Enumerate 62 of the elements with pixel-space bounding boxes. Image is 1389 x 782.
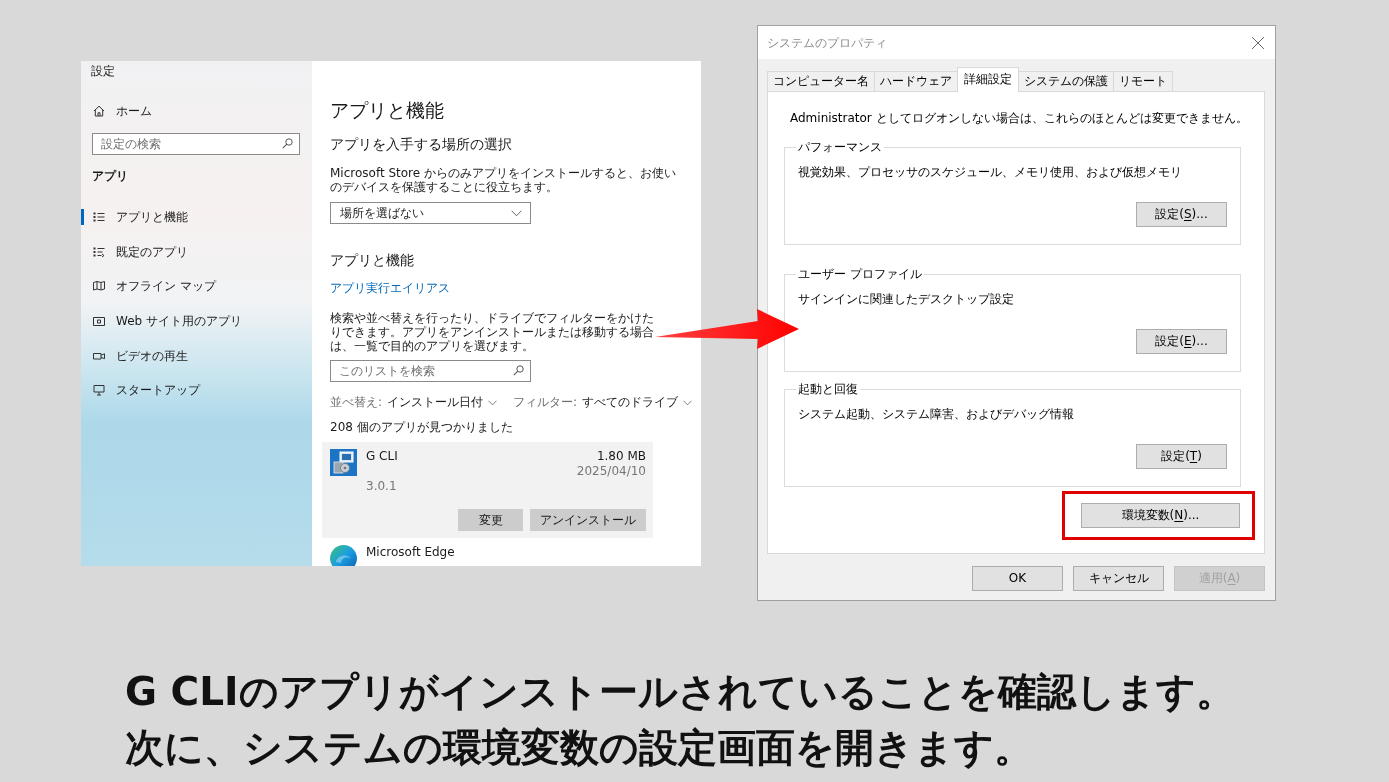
app-list-item[interactable]: Microsoft Edge xyxy=(322,538,653,566)
group-title: ユーザー プロファイル xyxy=(797,266,923,282)
group-title: パフォーマンス xyxy=(797,139,883,155)
ok-button[interactable]: OK xyxy=(972,566,1063,591)
filter-menu[interactable]: フィルター: すべてのドライブ xyxy=(513,395,693,410)
section-heading: アプリを入手する場所の選択 xyxy=(330,135,513,153)
result-count: 208 個のアプリが見つかりました xyxy=(330,420,514,435)
app-name: Microsoft Edge xyxy=(366,545,455,560)
tab[interactable]: リモート xyxy=(1113,71,1173,91)
description-text: 検索や並べ替えを行ったり、ドライブでフィルターをかけたりできます。アプリをアンインストールまたは移動する場合は、一覧で目的のアプリを選びます。 xyxy=(330,311,654,353)
window-icon xyxy=(93,315,105,328)
settings-button[interactable]: 設定(T) xyxy=(1136,444,1227,469)
location-dropdown[interactable]: 場所を選ばない xyxy=(330,202,531,224)
settings-button[interactable]: 設定(S)... xyxy=(1136,202,1227,227)
close-button[interactable] xyxy=(1251,35,1265,50)
chevron-icon xyxy=(511,209,522,217)
nav-item[interactable]: ビデオの再生 xyxy=(81,338,312,373)
nav-item[interactable]: オフライン マップ xyxy=(81,269,312,304)
home-link[interactable]: ホーム xyxy=(81,100,312,122)
chevron-icon xyxy=(683,399,693,406)
nav-item[interactable]: 既定のアプリ xyxy=(81,234,312,270)
group-description: サインインに関連したデスクトップ設定 xyxy=(798,291,1015,307)
search-field[interactable]: このリストを検索 xyxy=(330,360,531,382)
window-title: システムのプロパティ xyxy=(767,34,887,52)
search-field[interactable]: 設定の検索 xyxy=(92,133,300,155)
environment-variables-button[interactable]: 環境変数(N)... xyxy=(1081,503,1240,528)
search-icon xyxy=(282,138,293,149)
cancel-button[interactable]: キャンセル xyxy=(1073,566,1164,591)
app-size: 1.80 MB xyxy=(596,449,646,464)
group-description: システム起動、システム障害、およびデバッグ情報 xyxy=(798,406,1075,422)
app-icon xyxy=(330,449,357,476)
uninstall-button[interactable]: アンインストール xyxy=(530,509,646,531)
aliases-link[interactable]: アプリ実行エイリアス xyxy=(330,281,450,295)
list-icon xyxy=(93,211,105,224)
settings-button[interactable]: 設定(E)... xyxy=(1136,329,1227,354)
tab[interactable]: 詳細設定 xyxy=(957,67,1019,92)
modify-button[interactable]: 変更 xyxy=(458,509,523,531)
app-version: 3.0.1 xyxy=(366,479,397,494)
close-icon xyxy=(1251,35,1265,50)
monitor-icon xyxy=(93,384,105,397)
app-name: G CLI xyxy=(366,449,398,464)
map-icon xyxy=(93,280,105,293)
app-list-item[interactable]: G CLI 1.80 MB 2025/04/10 3.0.1 変更 アンインストール xyxy=(322,442,653,538)
caption-text: G CLIのアプリがインストールされていることを確認します。 xyxy=(125,668,1235,716)
notice-text: Administrator としてログオンしない場合は、これらのほとんどは変更できません。 xyxy=(789,110,1249,126)
section-heading: アプリと機能 xyxy=(330,251,415,269)
list-arrow-icon xyxy=(93,245,105,258)
nav-item[interactable]: Web サイト用のアプリ xyxy=(81,303,312,339)
nav-item[interactable]: スタートアップ xyxy=(81,372,312,408)
install-date: 2025/04/10 xyxy=(576,464,646,478)
description-text: Microsoft Store からのみアプリをインストールすると、お使いのデバイスを保護することに役立ちます。 xyxy=(330,166,677,194)
tab[interactable]: コンピューター名 xyxy=(767,71,875,91)
caption-text: 次に、システムの環境変数の設定画面を開きます。 xyxy=(125,724,1033,772)
group-description: 視覚効果、プロセッサのスケジュール、メモリ使用、および仮想メモリ xyxy=(798,164,1183,180)
search-icon xyxy=(513,365,524,376)
window-title: 設定 xyxy=(90,64,116,79)
chevron-icon xyxy=(488,399,498,406)
sort-menu[interactable]: 並べ替え: インストール日付 xyxy=(330,395,498,410)
home-icon xyxy=(93,105,105,117)
section-heading: アプリ xyxy=(91,169,129,184)
page-title: アプリと機能 xyxy=(330,98,445,122)
group-title: 起動と回復 xyxy=(797,381,859,397)
